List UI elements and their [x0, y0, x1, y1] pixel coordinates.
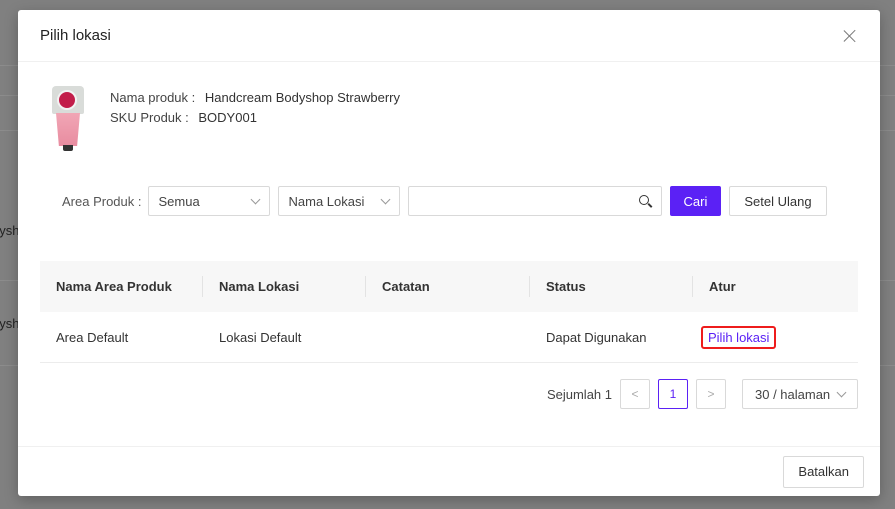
column-header-action: Atur	[709, 279, 736, 294]
search-field-select-value: Nama Lokasi	[288, 193, 365, 209]
background-text: dysh	[0, 316, 20, 331]
chevron-down-icon	[836, 387, 847, 397]
product-info: Nama produk : Handcream Bodyshop Strawbe…	[48, 86, 400, 152]
background-text: dysh	[0, 223, 20, 238]
chevron-down-icon	[380, 194, 390, 204]
product-name-label: Nama produk :	[110, 90, 196, 105]
prev-page-button[interactable]: <	[620, 379, 650, 409]
product-name-row: Nama produk : Handcream Bodyshop Strawbe…	[110, 88, 400, 108]
table-row: Area Default Lokasi Default Dapat Diguna…	[40, 312, 858, 363]
search-box	[407, 186, 662, 216]
table-header: Nama Area Produk Nama Lokasi Catatan Sta…	[40, 261, 858, 312]
area-select-value: Semua	[158, 193, 200, 209]
reset-button[interactable]: Setel Ulang	[729, 186, 827, 216]
next-page-button[interactable]: >	[696, 379, 726, 409]
page-size-select[interactable]: 30 / halaman	[742, 379, 858, 409]
cell-location: Lokasi Default	[219, 329, 302, 345]
pagination-total: Sejumlah 1	[546, 386, 612, 402]
cell-status: Dapat Digunakan	[546, 329, 647, 345]
column-header-area: Nama Area Produk	[40, 261, 203, 312]
select-location-modal: Pilih lokasi Nama produk : Handcream Bod…	[18, 10, 880, 496]
close-icon[interactable]	[840, 26, 860, 46]
product-sku-row: SKU Produk : BODY001	[110, 108, 400, 128]
product-sku-label: SKU Produk :	[110, 110, 189, 125]
select-location-link[interactable]: Pilih lokasi	[701, 325, 777, 349]
search-input[interactable]	[408, 187, 629, 215]
location-table: Nama Area Produk Nama Lokasi Catatan Sta…	[40, 261, 858, 363]
area-select[interactable]: Semua	[147, 186, 270, 216]
modal-title: Pilih lokasi	[40, 27, 111, 44]
product-sku-value: BODY001	[198, 110, 257, 125]
column-header-status: Status	[530, 261, 693, 312]
cell-note	[366, 312, 530, 362]
search-icon[interactable]	[638, 195, 649, 205]
column-header-note: Catatan	[366, 261, 530, 312]
cell-action: Pilih lokasi	[693, 312, 858, 362]
modal-footer: Batalkan	[18, 446, 880, 496]
product-name-value: Handcream Bodyshop Strawberry	[204, 90, 400, 105]
search-button[interactable]: Cari	[669, 186, 722, 216]
chevron-down-icon	[250, 194, 260, 204]
pagination: Sejumlah 1 < 1 > 30 / halaman	[547, 379, 858, 409]
filter-bar: Area Produk : Semua Nama Lokasi Cari Set…	[62, 186, 827, 216]
cell-area: Area Default	[56, 329, 129, 345]
cancel-button[interactable]: Batalkan	[783, 455, 864, 488]
modal-header: Pilih lokasi	[18, 10, 880, 62]
page-size-value: 30 / halaman	[755, 386, 831, 402]
column-header-location: Nama Lokasi	[203, 261, 366, 312]
product-thumbnail	[48, 86, 88, 152]
search-field-select[interactable]: Nama Lokasi	[277, 186, 400, 216]
page-1-button[interactable]: 1	[658, 379, 688, 409]
area-filter-label: Area Produk :	[62, 193, 142, 209]
